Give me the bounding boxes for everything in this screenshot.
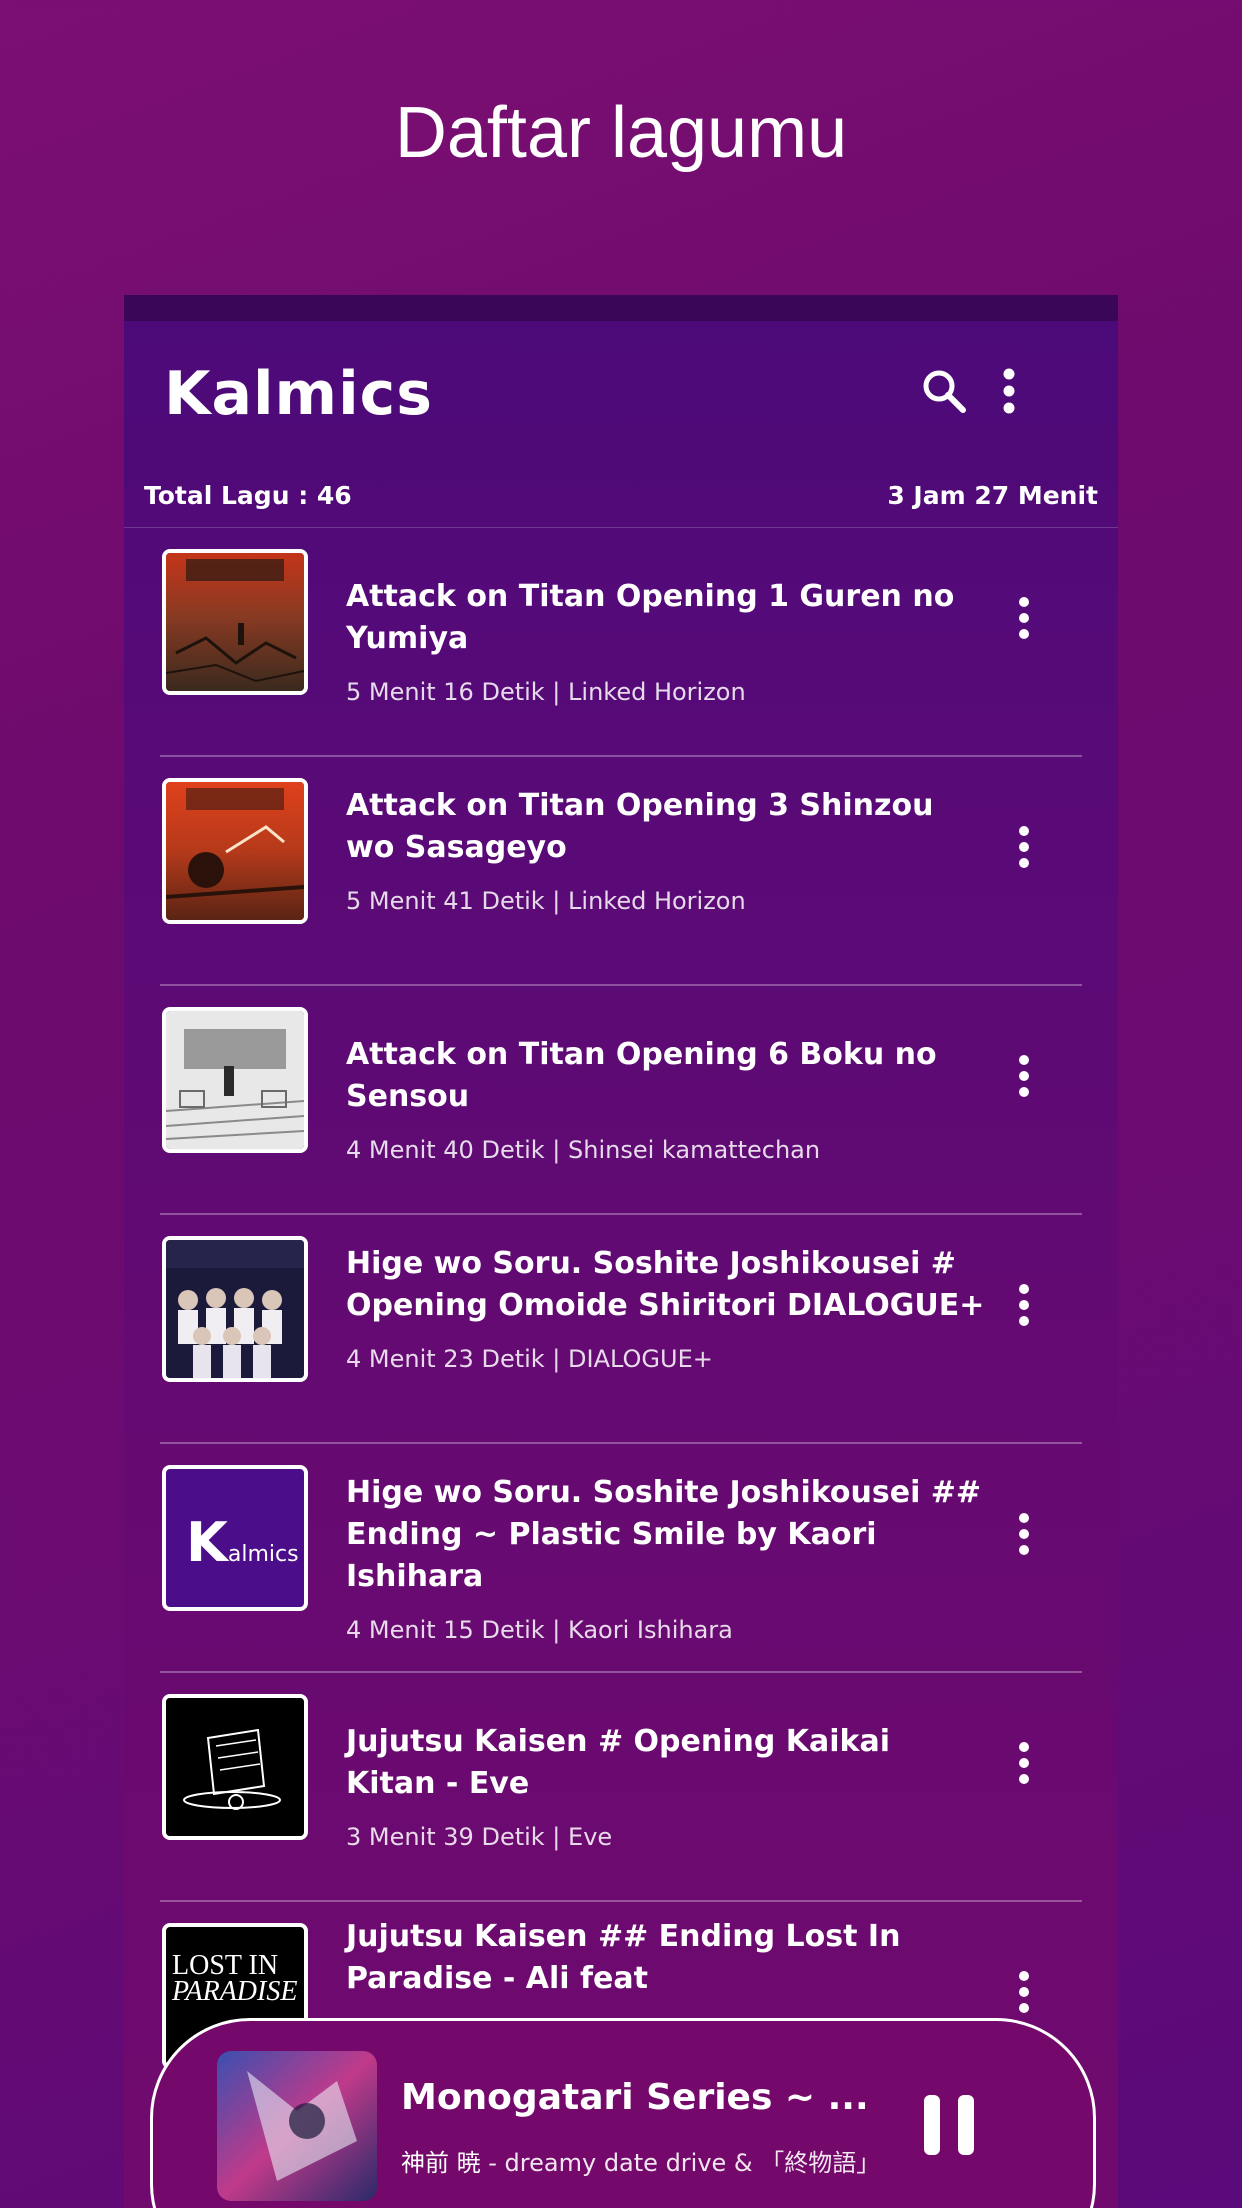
song-meta: 3 Menit 39 Detik | Eve [346, 1823, 613, 1851]
now-playing-art [217, 2051, 377, 2201]
song-title: Jujutsu Kaisen # Opening Kaikai Kitan - … [346, 1724, 891, 1801]
song-info: Hige wo Soru. Soshite Joshikousei ## End… [346, 1472, 986, 1644]
song-options-button[interactable] [1004, 1957, 1044, 2027]
placeholder-art: Kalmics [162, 1465, 308, 1611]
song-title: Attack on Titan Opening 3 Shinzou wo Sas… [346, 788, 934, 865]
song-options-button[interactable] [1004, 1499, 1044, 1569]
song-meta: 4 Menit 23 Detik | DIALOGUE+ [346, 1345, 713, 1373]
total-duration: 3 Jam 27 Menit [887, 481, 1098, 510]
search-icon [923, 370, 966, 413]
song-info: Jujutsu Kaisen # Opening Kaikai Kitan - … [346, 1721, 986, 1851]
pause-icon [924, 2095, 974, 2155]
placeholder-art-initial: K [186, 1511, 228, 1574]
song-item[interactable]: Attack on Titan Opening 6 Boku no Sensou… [124, 986, 1118, 1215]
search-button[interactable] [909, 356, 979, 426]
album-art-text: PARADISE [172, 1976, 298, 2007]
song-item[interactable]: Hige wo Soru. Soshite Joshikousei # Open… [124, 1215, 1118, 1444]
song-options-button[interactable] [1004, 812, 1044, 882]
song-item[interactable]: Attack on Titan Opening 3 Shinzou wo Sas… [124, 757, 1118, 986]
app-title: Kalmics [164, 359, 433, 429]
song-item[interactable]: Kalmics Hige wo Soru. Soshite Joshikouse… [124, 1444, 1118, 1673]
overflow-menu-button[interactable] [974, 356, 1044, 426]
app-bar: Kalmics [124, 321, 1118, 491]
song-meta: 5 Menit 41 Detik | Linked Horizon [346, 887, 746, 915]
more-vertical-icon [1019, 1971, 1029, 2013]
song-title: Attack on Titan Opening 6 Boku no Sensou [346, 1037, 937, 1114]
playlist-summary: Total Lagu : 46 3 Jam 27 Menit [124, 475, 1118, 528]
pause-button[interactable] [913, 2089, 985, 2161]
song-options-button[interactable] [1004, 1041, 1044, 1111]
more-vertical-icon [1003, 368, 1015, 414]
total-songs: Total Lagu : 46 [144, 481, 352, 510]
song-options-button[interactable] [1004, 583, 1044, 653]
song-info: Jujutsu Kaisen ## Ending Lost In Paradis… [346, 1916, 986, 2018]
song-title: Hige wo Soru. Soshite Joshikousei ## End… [346, 1475, 982, 1594]
song-info: Attack on Titan Opening 6 Boku no Sensou… [346, 1034, 986, 1164]
more-vertical-icon [1019, 597, 1029, 639]
song-item[interactable]: Jujutsu Kaisen # Opening Kaikai Kitan - … [124, 1673, 1118, 1902]
album-art [162, 1236, 308, 1382]
song-info: Attack on Titan Opening 1 Guren no Yumiy… [346, 576, 986, 706]
song-meta: 4 Menit 40 Detik | Shinsei kamattechan [346, 1136, 821, 1164]
now-playing-album: - dreamy date drive & 「終物語」 [480, 2149, 881, 2177]
app-screen: Kalmics Total Lagu : 46 3 Jam 27 Menit A… [124, 295, 1118, 2208]
album-art [162, 1007, 308, 1153]
song-title: Jujutsu Kaisen ## Ending Lost In Paradis… [346, 1919, 901, 1996]
now-playing-title: Monogatari Series ~ ... [401, 2077, 869, 2118]
now-playing-bar[interactable]: Monogatari Series ~ ... 神前 暁 - dreamy da… [150, 2018, 1096, 2208]
now-playing-artist: 神前 暁 [401, 2149, 481, 2177]
more-vertical-icon [1019, 826, 1029, 868]
song-item[interactable]: Attack on Titan Opening 1 Guren no Yumiy… [124, 528, 1118, 757]
now-playing-subtitle: 神前 暁 - dreamy date drive & 「終物語」 [401, 2143, 880, 2178]
song-list: Attack on Titan Opening 1 Guren no Yumiy… [124, 528, 1118, 2131]
promo-title: Daftar lagumu [394, 93, 848, 173]
song-options-button[interactable] [1004, 1728, 1044, 1798]
song-info: Attack on Titan Opening 3 Shinzou wo Sas… [346, 785, 986, 915]
more-vertical-icon [1019, 1284, 1029, 1326]
song-meta: 5 Menit 16 Detik | Linked Horizon [346, 678, 746, 706]
album-art [162, 778, 308, 924]
album-art [162, 549, 308, 695]
status-bar [124, 295, 1118, 321]
more-vertical-icon [1019, 1742, 1029, 1784]
song-info: Hige wo Soru. Soshite Joshikousei # Open… [346, 1243, 986, 1373]
more-vertical-icon [1019, 1055, 1029, 1097]
song-title: Hige wo Soru. Soshite Joshikousei # Open… [346, 1246, 985, 1323]
album-art [162, 1694, 308, 1840]
song-title: Attack on Titan Opening 1 Guren no Yumiy… [346, 579, 955, 656]
placeholder-art-text: almics [227, 1542, 299, 1567]
song-meta: 4 Menit 15 Detik | Kaori Ishihara [346, 1616, 733, 1644]
song-options-button[interactable] [1004, 1270, 1044, 1340]
more-vertical-icon [1019, 1513, 1029, 1555]
